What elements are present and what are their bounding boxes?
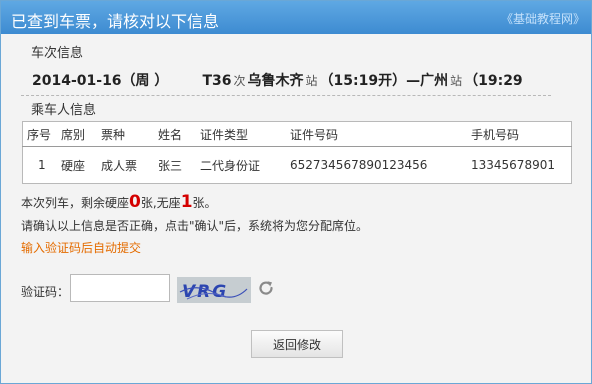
ticket-confirm-dialog: 已查到车票，请核对以下信息 《基础教程网》 车次信息 2014-01-16（周 … [0,0,592,384]
from-station: 乌鲁木齐 [247,73,304,89]
to-station: 广州 [420,73,449,89]
col-phone: 手机号码 [467,121,572,147]
remaining-seats: 本次列车，剩余硬座0张,无座1张。 [21,192,217,212]
col-seat-type: 席别 [57,121,97,147]
captcha-text: VRG [182,282,228,302]
depart-time: （15:19开） [319,73,407,89]
train-suffix: 次 [233,74,246,88]
passenger-table: 序号 席别 票种 姓名 证件类型 证件号码 手机号码 1 硬座 成人票 张三 二… [22,121,572,184]
confirm-notice: 请确认以上信息是否正确，点击"确认"后，系统将为您分配席位。 [21,219,369,233]
captcha-image[interactable]: VRG [177,277,251,303]
section-divider [21,95,551,96]
col-ticket-type: 票种 [97,121,154,147]
travel-date: 2014-01-16（周 ） [32,73,169,89]
col-id-type: 证件类型 [196,121,286,147]
col-name: 姓名 [154,121,196,147]
cell-phone: 13345678901 [471,158,555,172]
hard-seat-count: 0 [129,192,141,212]
remaining-middle: 张,无座 [140,196,181,210]
no-seat-count: 1 [180,192,193,212]
to-station-suffix: 站 [450,74,463,88]
captcha-label: 验证码： [21,285,70,299]
remaining-suffix: 张。 [192,196,217,210]
cell-seq: 1 [38,158,46,172]
train-info-label: 车次信息 [31,46,84,61]
remaining-prefix: 本次列车，剩余硬座 [21,196,130,210]
auto-submit-link[interactable]: 输入验证码后自动提交 [21,239,141,256]
dialog-titlebar: 已查到车票，请核对以下信息 《基础教程网》 [1,1,591,34]
cell-ticket-type: 成人票 [101,158,138,173]
arrive-time: （19:29 [464,73,523,89]
route-arrow: — [406,73,421,89]
col-seq: 序号 [22,121,57,147]
col-id-number: 证件号码 [286,121,467,147]
table-row: 1 硬座 成人票 张三 二代身份证 652734567890123456 133… [23,147,572,184]
train-info-line: 2014-01-16（周 ） T36 次乌鲁木齐站（15:19开）—广州站（19:2… [32,70,523,90]
from-station-suffix: 站 [305,74,318,88]
captcha-glyphs: VRG [179,282,248,302]
tutorial-link[interactable]: 《基础教程网》 [501,10,585,27]
back-modify-button[interactable]: 返回修改 [251,330,343,358]
cell-seat-type: 硬座 [61,158,86,173]
refresh-captcha-icon[interactable] [257,279,275,297]
cell-id-number: 652734567890123456 [290,158,428,172]
passenger-info-label: 乘车人信息 [31,103,97,118]
cell-id-type: 二代身份证 [200,158,261,173]
captcha-input[interactable] [70,274,170,302]
cell-name: 张三 [158,158,183,173]
passenger-table-header: 序号 席别 票种 姓名 证件类型 证件号码 手机号码 [22,121,572,147]
dialog-title: 已查到车票，请核对以下信息 [11,12,220,31]
train-number: T36 [202,73,232,89]
